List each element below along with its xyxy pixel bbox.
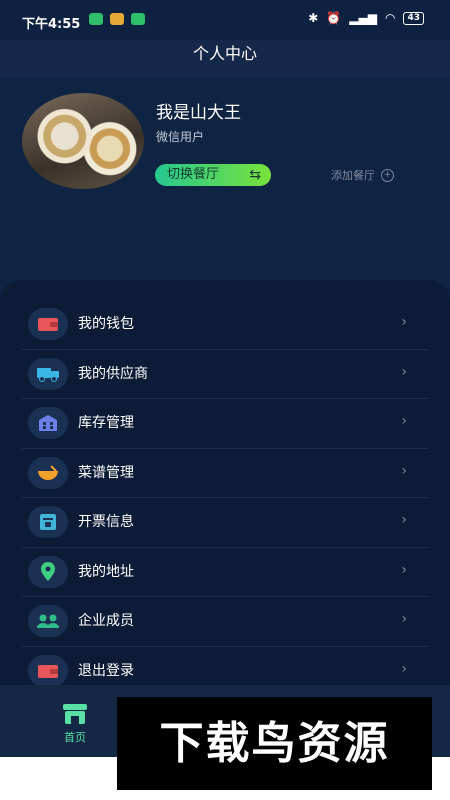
- menu-item-label: 我的地址: [78, 563, 134, 580]
- signal-icon: ▂▄▆: [349, 11, 377, 25]
- tab-home[interactable]: 首页: [58, 703, 92, 745]
- user-name: 我是山大王: [156, 103, 241, 123]
- logout-icon: [28, 654, 68, 687]
- menu-item-label: 退出登录: [78, 662, 134, 679]
- account-type: 微信用户: [156, 130, 205, 144]
- title-bar: 个人中心: [0, 40, 450, 78]
- menu-item-address[interactable]: 我的地址 ›: [22, 548, 429, 597]
- menu-item-label: 菜谱管理: [78, 464, 134, 481]
- watermark-logo: 下载鸟资源: [117, 697, 432, 790]
- chevron-right-icon: ›: [401, 314, 407, 330]
- warehouse-icon: [28, 407, 68, 439]
- chevron-right-icon: ›: [401, 512, 407, 528]
- status-time: 下午4:55: [22, 17, 81, 32]
- chevron-right-icon: ›: [401, 462, 407, 479]
- status-bar: 下午4:55 ✱ ⏰ ▂▄▆ ◠ 43: [0, 0, 450, 40]
- menu-item-wallet[interactable]: 我的钱包 ›: [22, 300, 429, 350]
- chevron-right-icon: ›: [401, 660, 407, 677]
- menu-item-suppliers[interactable]: 我的供应商 ›: [22, 350, 429, 399]
- profile-card: 我是山大王 微信用户 切换餐厅 ⇆ 添加餐厅 +: [0, 78, 450, 288]
- invoice-icon: [28, 506, 68, 538]
- page-title: 个人中心: [192, 44, 257, 63]
- menu-item-inventory[interactable]: 库存管理 ›: [22, 399, 429, 449]
- truck-icon: [28, 357, 68, 390]
- add-restaurant-button[interactable]: 添加餐厅 +: [331, 167, 394, 183]
- menu-item-invoice[interactable]: 开票信息 ›: [22, 498, 429, 548]
- app-screen: 下午4:55 ✱ ⏰ ▂▄▆ ◠ 43 个人中心 我是山大王 微信用户 切换餐厅…: [0, 0, 450, 757]
- bowl-icon: [28, 456, 68, 489]
- wifi-icon: ◠: [384, 11, 396, 25]
- menu-item-label: 我的钱包: [78, 316, 134, 332]
- plus-circle-icon: +: [381, 168, 394, 182]
- menu-item-label: 我的供应商: [78, 365, 148, 382]
- chevron-right-icon: ›: [401, 611, 407, 627]
- wechat-icon: [89, 13, 103, 25]
- system-indicators: ✱ ⏰ ▂▄▆ ◠ 43: [308, 11, 424, 25]
- members-icon: [28, 605, 68, 637]
- switch-restaurant-label: 切换餐厅: [167, 167, 220, 182]
- menu-list: 我的钱包 › 我的供应商 › 库存管理 › 菜谱管理 › 开票信息 › 我的地址…: [22, 300, 429, 696]
- add-restaurant-label: 添加餐厅: [331, 169, 375, 182]
- chevron-right-icon: ›: [401, 363, 407, 380]
- phone-icon: [131, 13, 145, 25]
- store-icon: [63, 704, 87, 724]
- menu-item-recipes[interactable]: 菜谱管理 ›: [22, 449, 429, 498]
- swap-arrows-icon: ⇆: [249, 167, 261, 183]
- bluetooth-icon: ✱: [308, 11, 319, 25]
- menu-item-label: 企业成员: [78, 613, 134, 629]
- notification-icons: [89, 13, 145, 25]
- menu-item-label: 开票信息: [78, 514, 134, 530]
- menu-panel: 我的钱包 › 我的供应商 › 库存管理 › 菜谱管理 › 开票信息 › 我的地址…: [0, 280, 450, 696]
- battery-icon: 43: [403, 11, 424, 25]
- message-icon: [110, 13, 124, 25]
- location-pin-icon: [28, 555, 68, 588]
- chevron-right-icon: ›: [401, 413, 407, 429]
- avatar[interactable]: [22, 93, 144, 189]
- menu-item-label: 库存管理: [78, 415, 134, 431]
- wallet-icon: [28, 308, 68, 340]
- chevron-right-icon: ›: [401, 561, 407, 578]
- alarm-icon: ⏰: [326, 11, 342, 25]
- menu-item-members[interactable]: 企业成员 ›: [22, 597, 429, 647]
- switch-restaurant-button[interactable]: 切换餐厅 ⇆: [155, 164, 271, 186]
- tab-home-label: 首页: [64, 731, 86, 744]
